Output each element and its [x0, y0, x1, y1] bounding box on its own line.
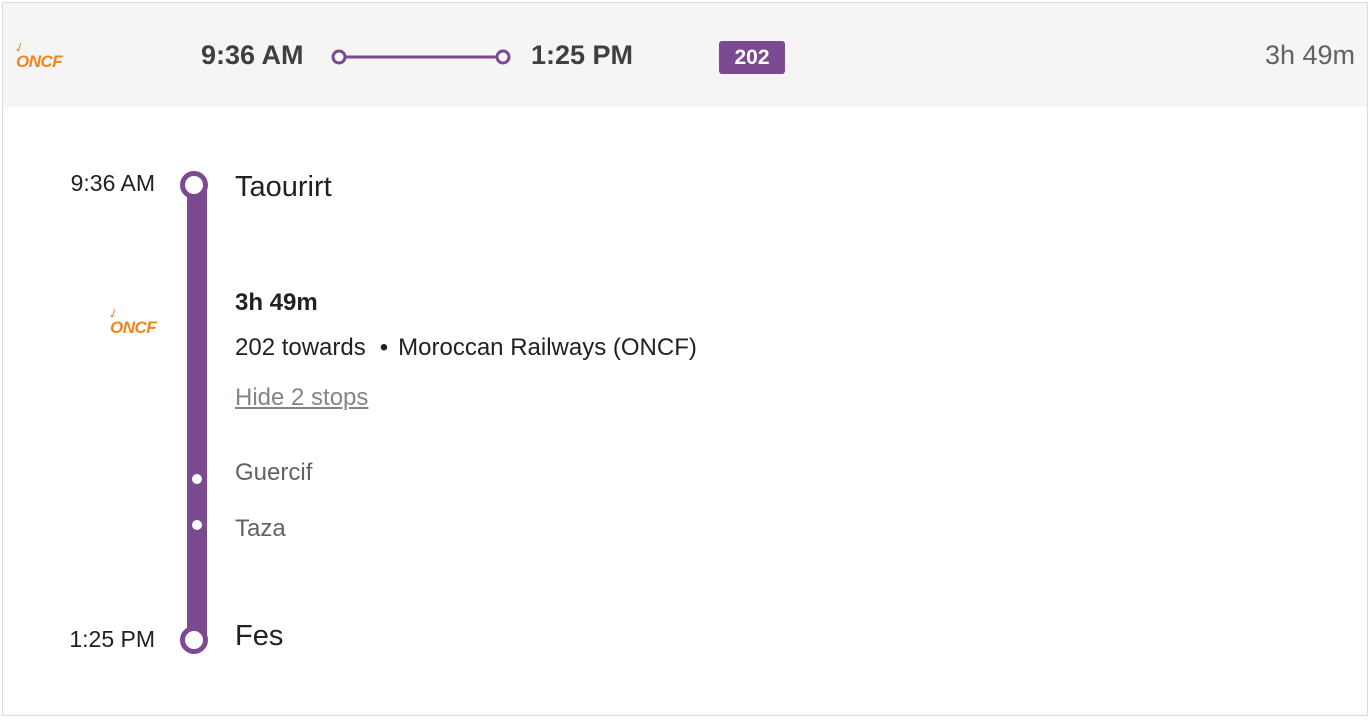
- oncf-logo: ✓ ONCF: [12, 39, 63, 71]
- origin-time: 9:36 AM: [70, 170, 155, 196]
- segment-duration: 3h 49m: [235, 289, 318, 316]
- destination-stop-marker: [180, 626, 208, 654]
- hide-stops-link[interactable]: Hide 2 stops: [235, 383, 368, 413]
- logo-text: ONCF: [16, 52, 63, 71]
- header-duration: 3h 49m: [1264, 40, 1355, 70]
- destination-station: Fes: [235, 620, 284, 652]
- intermediate-stop-marker: [192, 520, 202, 530]
- origin-stop-marker: [180, 171, 208, 199]
- route-line-icon: [331, 49, 511, 65]
- segment-oncf-logo: ✓ ONCF: [106, 305, 157, 337]
- route-towards: 202 towards: [235, 334, 366, 361]
- intermediate-stop-taza: Taza: [235, 515, 286, 542]
- trip-summary-header[interactable]: ✓ ONCF 9:36 AM 1:25 PM 202 3h 49m: [3, 3, 1367, 107]
- destination-time: 1:25 PM: [69, 626, 155, 652]
- header-depart-time: 9:36 AM: [201, 40, 304, 70]
- separator-dot: •: [379, 334, 389, 361]
- logo-check-icon: ✓: [105, 304, 121, 323]
- header-arrive-time: 1:25 PM: [531, 40, 634, 70]
- logo-text: ONCF: [110, 318, 157, 337]
- trip-card: ✓ ONCF 9:36 AM 1:25 PM 202 3h 49m 9:36 A…: [2, 2, 1368, 716]
- train-number-badge: 202: [719, 41, 785, 74]
- intermediate-stop-guercif: Guercif: [235, 459, 313, 486]
- operator-name: Moroccan Railways (ONCF): [398, 334, 697, 361]
- origin-station: Taourirt: [235, 171, 332, 203]
- logo-check-icon: ✓: [11, 38, 27, 57]
- segment-route-info: 202 towards • Moroccan Railways (ONCF): [235, 333, 697, 363]
- intermediate-stop-marker: [192, 474, 202, 484]
- timeline-bar: [187, 185, 207, 641]
